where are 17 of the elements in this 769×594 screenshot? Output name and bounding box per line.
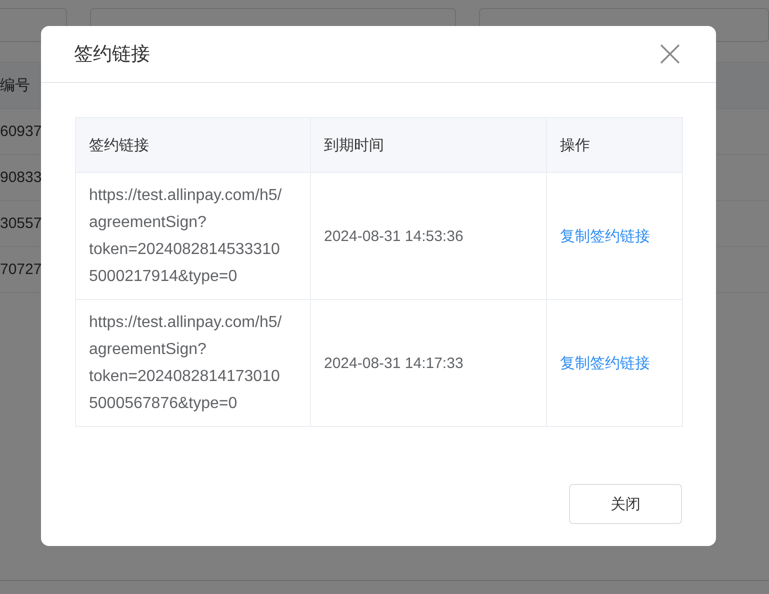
copy-link[interactable]: 复制签约链接 <box>560 228 650 244</box>
table-cell: 2024-08-31 14:53:36 <box>310 172 546 300</box>
table-cell: 2024-08-31 14:17:33 <box>310 300 546 426</box>
table-cell: https://test.allinpay.com/h5/agreementSign?token=20240828141730105000567876&type=0 <box>76 300 310 426</box>
close-icon[interactable] <box>660 44 680 64</box>
column-header: 到期时间 <box>310 118 546 172</box>
copy-link[interactable]: 复制签约链接 <box>560 354 650 372</box>
dialog-title: 签约链接 <box>74 43 150 67</box>
column-header: 操作 <box>546 118 682 172</box>
table-cell: 60937 <box>0 123 42 140</box>
column-header: 签约链接 <box>76 118 310 172</box>
table-cell: 70727 <box>0 261 42 278</box>
column-header: 编号 <box>0 76 30 95</box>
table-cell: https://test.allinpay.com/h5/agreementSign?token=20240828145333105000217914&type=0 <box>76 172 310 300</box>
close-button[interactable]: 关闭 <box>569 484 682 524</box>
table-cell: 30557 <box>0 215 42 232</box>
table-cell: 90833 <box>0 169 42 186</box>
